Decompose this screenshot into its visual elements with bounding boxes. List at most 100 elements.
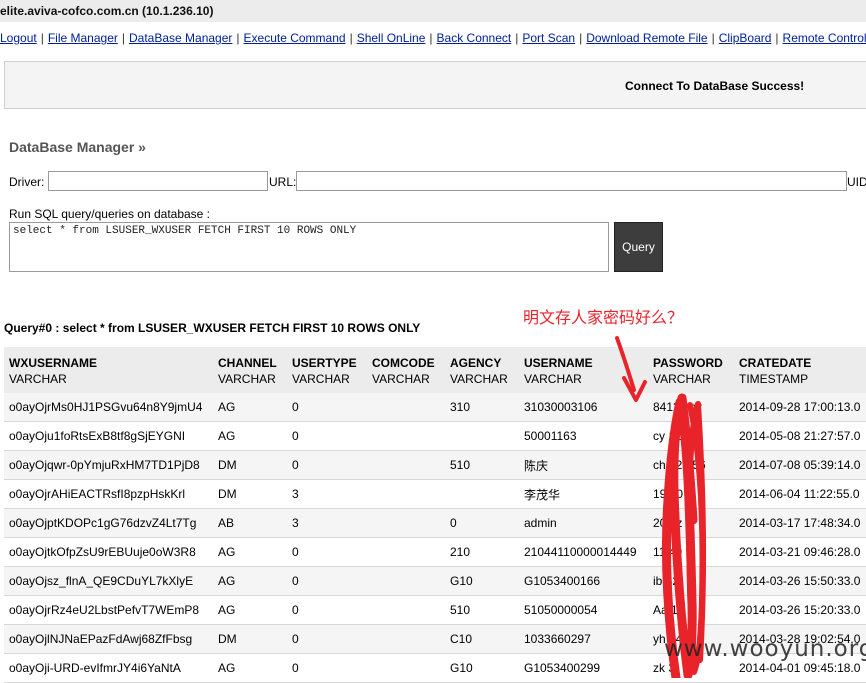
top-nav: Logout | File Manager | DataBase Manager | Exe… (0, 30, 866, 46)
table-cell: AG (213, 421, 287, 451)
column-name: COMCODE (372, 356, 435, 370)
table-cell: o0ayOjtkOfpZsU9rEBUuje0oW3R8 (4, 537, 213, 567)
table-cell: admin (519, 508, 648, 538)
table-row: o0ayOjrAHiEACTRsfI8pzpHskKrl DM 3 李茂华 19 80 … (4, 479, 866, 509)
nav-port-scan[interactable]: Port Scan (522, 31, 575, 45)
column-header: AGENCY VARCHAR (445, 347, 519, 393)
table-cell (367, 537, 445, 567)
column-header: PASSWORD VARCHAR (648, 347, 734, 393)
table-cell: AG (213, 653, 287, 683)
nav-separator: | (40, 31, 44, 45)
watermark: www.wooyun.org (664, 636, 866, 662)
table-cell: o0ayOju1foRtsExB8tf8gSjEYGNI (4, 421, 213, 451)
table-cell: DM (213, 479, 287, 509)
table-cell: o0ayOjlNJNaEPazFdAwj68ZfFbsg (4, 624, 213, 654)
nav-back-connect[interactable]: Back Connect (437, 31, 512, 45)
table-cell: 2014-05-08 21:27:57.0 (734, 421, 866, 451)
table-cell: Aa 11 1 (648, 595, 734, 625)
table-cell: 2014-03-26 15:20:33.0 (734, 595, 866, 625)
table-row: o0ayOju1foRtsExB8tf8gSjEYGNI AG 0 50001163 c… (4, 421, 866, 451)
table-cell: 19 80 8 (648, 479, 734, 509)
table-cell (367, 479, 445, 509)
column-name: PASSWORD (653, 356, 723, 370)
column-header: USERTYPE VARCHAR (287, 347, 367, 393)
status-banner: Connect To DataBase Success! (4, 61, 866, 109)
column-type: TIMESTAMP (739, 372, 809, 386)
sql-query-textarea[interactable]: select * from LSUSER_WXUSER FETCH FIRST … (9, 222, 609, 272)
table-cell: AG (213, 393, 287, 422)
table-row: o0ayOjqwr-0pYmjuRxHM7TD1PjD8 DM 0 510 陈庆 ch 1… (4, 450, 866, 480)
table-cell: 50001163 (519, 421, 648, 451)
table-cell (367, 566, 445, 596)
table-cell (367, 421, 445, 451)
table-cell: AG (213, 595, 287, 625)
nav-logout[interactable]: Logout (0, 31, 37, 45)
column-name: USERTYPE (292, 356, 357, 370)
query-button[interactable]: Query (614, 222, 663, 272)
table-cell: 2014-03-26 15:50:33.0 (734, 566, 866, 596)
table-cell: o0ayOjrRz4eU2LbstPefvT7WEmP8 (4, 595, 213, 625)
table-cell (367, 450, 445, 480)
nav-separator: | (711, 31, 715, 45)
column-name: CHANNEL (218, 356, 277, 370)
table-cell: 1033660297 (519, 624, 648, 654)
url-input[interactable] (296, 171, 847, 191)
table-cell: 3 (287, 508, 367, 538)
table-cell: 0 (287, 595, 367, 625)
table-cell (367, 624, 445, 654)
column-header: CHANNEL VARCHAR (213, 347, 287, 393)
nav-download-remote-file[interactable]: Download Remote File (586, 31, 707, 45)
table-cell: G1053400166 (519, 566, 648, 596)
table-cell: AG (213, 537, 287, 567)
table-cell: 2014-09-28 17:00:13.0 (734, 393, 866, 422)
table-cell: o0ayOji-URD-evIfmrJY4i6YaNtA (4, 653, 213, 683)
table-cell: 210 (445, 537, 519, 567)
uid-label: UID (847, 175, 866, 189)
nav-separator: | (236, 31, 240, 45)
nav-clipboard[interactable]: ClipBoard (719, 31, 772, 45)
table-cell: G10 (445, 566, 519, 596)
nav-separator: | (429, 31, 433, 45)
column-type: VARCHAR (218, 372, 276, 386)
driver-input[interactable] (48, 171, 268, 191)
table-cell: ib 82 (648, 566, 734, 596)
nav-execute-command[interactable]: Execute Command (244, 31, 346, 45)
nav-separator: | (121, 31, 125, 45)
table-cell: 51050000054 (519, 595, 648, 625)
table-cell: 0 (287, 566, 367, 596)
nav-shell-online[interactable]: Shell OnLine (357, 31, 426, 45)
table-cell: 0 (287, 421, 367, 451)
column-type: VARCHAR (292, 372, 350, 386)
table-cell: AB (213, 508, 287, 538)
table-cell: 陈庆 (519, 450, 648, 480)
table-cell: 510 (445, 450, 519, 480)
table-cell (367, 508, 445, 538)
sql-label: Run SQL query/queries on database : (9, 207, 211, 221)
table-cell: 3 (287, 479, 367, 509)
table-cell: AG (213, 566, 287, 596)
table-cell: 2014-03-21 09:46:28.0 (734, 537, 866, 567)
table-cell: 84123 cy (648, 393, 734, 422)
table-cell (367, 595, 445, 625)
nav-database-manager[interactable]: DataBase Manager (129, 31, 232, 45)
nav-file-manager[interactable]: File Manager (48, 31, 118, 45)
table-cell: C10 (445, 624, 519, 654)
table-cell: 21044110000014449 (519, 537, 648, 567)
table-cell: 2014-03-17 17:48:34.0 (734, 508, 866, 538)
header-row: WXUSERNAME VARCHAR CHANNEL VARCHAR USERTYPE V… (4, 347, 866, 393)
column-header: USERNAME VARCHAR (519, 347, 648, 393)
nav-separator: | (515, 31, 519, 45)
table-row: o0ayOjptKDOPc1gG76dzvZ4Lt7Tg AB 3 0 admin 20 … (4, 508, 866, 538)
nav-separator: | (775, 31, 779, 45)
table-cell: o0ayOjrMs0HJ1PSGvu64n8Y9jmU4 (4, 393, 213, 422)
driver-label: Driver: (9, 175, 45, 189)
table-cell: 510 (445, 595, 519, 625)
column-type: VARCHAR (653, 372, 711, 386)
table-cell: 0 (287, 537, 367, 567)
column-name: CRATEDATE (739, 356, 812, 370)
nav-separator: | (349, 31, 353, 45)
column-header: WXUSERNAME VARCHAR (4, 347, 213, 393)
column-type: VARCHAR (372, 372, 430, 386)
table-cell: 310 (445, 393, 519, 422)
nav-remote-control[interactable]: Remote Control (783, 31, 866, 45)
